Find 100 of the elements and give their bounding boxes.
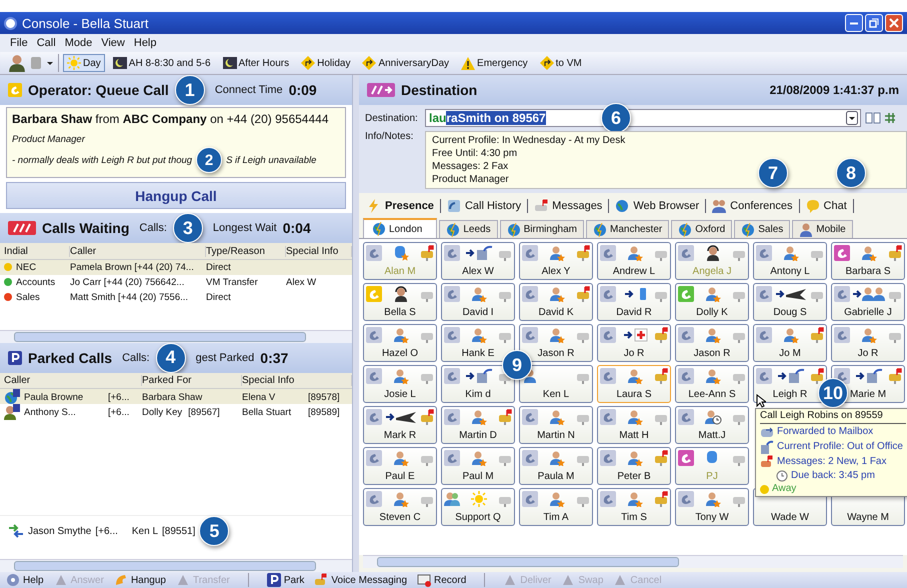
presence-tile[interactable]: Barbara S [831,242,905,280]
dropdown-caret-icon[interactable] [846,111,858,125]
column-header[interactable]: Indial [4,246,70,256]
location-tab[interactable]: Sales [734,220,790,238]
presence-tile[interactable]: Jo R [597,324,671,362]
presence-tile[interactable]: Mark R [363,406,437,444]
tab[interactable]: Chat [804,199,849,213]
contact-name: Mark R [384,430,416,441]
hangup-call-button[interactable]: Hangup Call [6,182,346,210]
menu-item[interactable]: Mode [64,37,92,49]
location-tab[interactable]: Mobile [792,220,853,238]
presence-tile[interactable]: David I [441,283,515,321]
horizontal-scrollbar[interactable] [0,330,352,343]
contact-name: Antony L [770,266,810,277]
presence-tile[interactable]: Andrew L [597,242,671,280]
presence-tile[interactable]: Lee-Ann S [675,365,749,403]
presence-tile[interactable]: Martin N [519,406,593,444]
column-header[interactable]: Caller [70,246,206,256]
queue-row[interactable]: NEC Pamela Brown [+44 (20) 74... Direct [0,260,352,275]
presence-tile[interactable]: Jo M [753,324,827,362]
presence-tile[interactable]: Paula M [519,447,593,485]
globe-icon [741,222,756,236]
presence-tile[interactable]: Dolly K [675,283,749,321]
location-tab[interactable]: Manchester [586,220,670,238]
presence-tile[interactable]: David K [519,283,593,321]
menu-item[interactable]: Call [36,37,56,49]
menu-item[interactable]: Help [134,37,156,49]
presence-tile[interactable]: Doug S [753,283,827,321]
globe-icon [615,199,630,213]
contact-name: Barbara S [845,266,891,277]
tab[interactable]: Conferences [710,199,795,213]
presence-tile[interactable]: Steven C [363,488,437,526]
toolbar-button[interactable]: Hangup [112,573,168,587]
presence-tile[interactable]: Bella S [363,283,437,321]
mode-button[interactable]: AnniversaryDay [358,54,454,72]
tab[interactable]: Call History [444,199,524,213]
presence-tile[interactable]: Josie L [363,365,437,403]
menu-item[interactable]: View [101,37,125,49]
presence-tile[interactable]: Matt.J [675,406,749,444]
restore-button[interactable] [865,14,883,32]
horizontal-scrollbar[interactable] [0,558,352,572]
hash-icon[interactable] [885,111,895,125]
location-tab[interactable]: Birmingham [500,220,584,238]
presence-tile[interactable]: Alex Y [519,242,593,280]
record-icon [417,573,432,587]
menu-item[interactable]: File [10,37,28,49]
presence-tile[interactable]: Gabrielle J [831,283,905,321]
presence-tile[interactable]: Paul E [363,447,437,485]
presence-tile[interactable]: Hazel O [363,324,437,362]
toolbar-button[interactable]: Voice Messaging [312,573,410,587]
presence-tile[interactable]: Martin D [441,406,515,444]
parked-row[interactable]: Paula Browne [+6... Barbara Shaw Elena V [89578] [0,389,352,404]
toolbar-button[interactable]: Park [264,573,306,587]
mode-button[interactable]: to VM [536,54,586,72]
presence-tile[interactable]: Laura S [597,365,671,403]
operator-icon[interactable] [8,54,26,72]
people-icon [712,199,726,213]
column-header[interactable]: Caller [4,374,142,386]
mode-button[interactable]: After Hours [218,55,294,71]
caret-icon[interactable] [46,60,54,66]
sun-icon [67,56,81,70]
table-cell-text: Elena V [242,392,276,403]
presence-tile[interactable]: Peter B [597,447,671,485]
location-tab[interactable]: London [363,218,438,238]
tab[interactable]: Presence [365,199,436,213]
park-icon [8,350,22,365]
presence-tile[interactable]: Paul M [441,447,515,485]
tab[interactable]: Web Browser [613,199,702,213]
mode-button[interactable]: AH 8-8:30 and 5-6 [108,55,215,71]
presence-tile[interactable]: Support Q [441,488,515,526]
queue-row[interactable]: Sales Matt Smith [+44 (20) 7556... Direct [0,290,352,305]
column-header[interactable]: Parked For [142,374,242,386]
horizontal-scrollbar[interactable] [363,555,903,568]
location-tab[interactable]: Leeds [439,220,498,238]
parked-row[interactable]: Anthony S... [+6... Dolly Key [89567] Bella Stuart [89589] [0,404,352,420]
column-header[interactable]: Special Info [286,246,352,256]
book-icon[interactable] [865,111,881,125]
mode-button[interactable]: Holiday [297,54,354,72]
presence-tile[interactable]: Tim A [519,488,593,526]
mode-button[interactable]: Emergency [457,54,532,72]
tab[interactable]: Messages [532,199,604,213]
close-button[interactable] [885,14,903,32]
location-tab[interactable]: Oxford [671,220,732,238]
minimize-button[interactable] [845,14,863,32]
presence-tile[interactable]: Tony W [675,488,749,526]
contact-name: Doug S [773,307,807,318]
presence-tile[interactable]: Tim S [597,488,671,526]
toolbar-button[interactable]: Help [4,573,46,587]
column-header[interactable]: Type/Reason [206,246,286,256]
column-header[interactable]: Special Info [242,374,352,386]
presence-tile[interactable]: Matt H [597,406,671,444]
queue-row[interactable]: Accounts Jo Carr [+44 (20) 756642... VM Transfer Alex W [0,274,352,290]
presence-tile[interactable]: Alex W [441,242,515,280]
presence-tile[interactable]: Antony L [753,242,827,280]
presence-tile[interactable]: Jo R [831,324,905,362]
mode-button[interactable]: Day [63,54,105,72]
presence-tile[interactable]: Jason R [675,324,749,362]
contact-name: Matt H [619,430,649,441]
toolbar-button[interactable]: Record [415,573,468,587]
presence-tile[interactable]: David R [597,283,671,321]
